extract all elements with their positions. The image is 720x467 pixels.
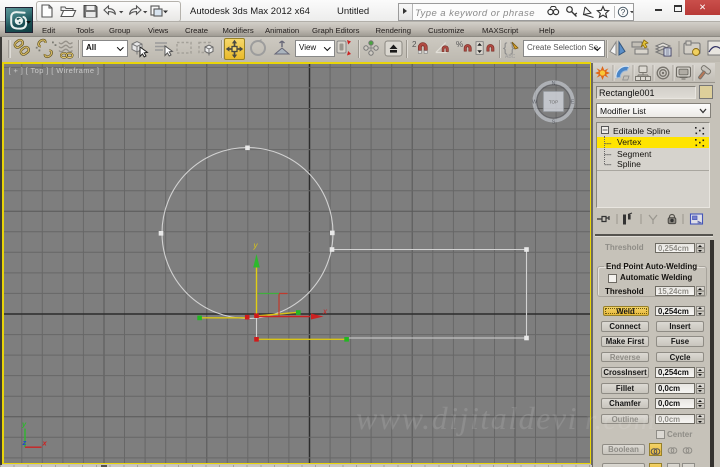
svg-text:y: y [21, 419, 27, 428]
svg-text:ABC: ABC [505, 54, 516, 60]
svg-text:S: S [551, 119, 555, 125]
svg-text:x: x [41, 438, 47, 447]
svg-text:?: ? [621, 7, 626, 16]
svg-text:y: y [252, 241, 258, 250]
svg-text:W: W [531, 99, 537, 105]
svg-text:z: z [21, 438, 26, 447]
svg-text:TOP: TOP [548, 99, 557, 104]
svg-text:%: % [456, 40, 463, 49]
svg-text:{: { [503, 40, 508, 55]
svg-text:www.dijitaldevi: www.dijitaldevi [356, 400, 578, 436]
svg-text:N: N [551, 81, 555, 87]
svg-text:2: 2 [412, 40, 417, 49]
svg-text:E: E [570, 99, 574, 105]
